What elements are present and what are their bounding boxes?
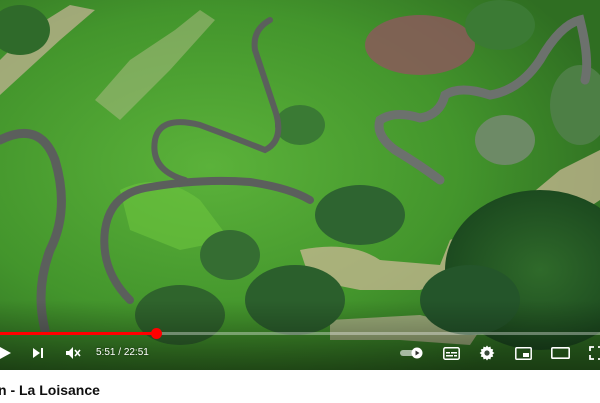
time-current: 5:51 bbox=[96, 347, 116, 358]
next-button[interactable] bbox=[28, 338, 48, 368]
theater-mode-icon bbox=[550, 347, 570, 359]
play-button[interactable] bbox=[0, 338, 16, 368]
theater-mode-button[interactable] bbox=[548, 338, 572, 368]
video-player[interactable]: 5:51 / 22:51 bbox=[0, 0, 600, 370]
player-controls: 5:51 / 22:51 bbox=[0, 338, 600, 368]
subtitles-button[interactable] bbox=[440, 338, 462, 368]
miniplayer-button[interactable] bbox=[512, 338, 534, 368]
mute-icon bbox=[66, 347, 81, 359]
time-separator: / bbox=[115, 347, 124, 358]
progress-played bbox=[0, 332, 156, 335]
autoplay-toggle-icon bbox=[400, 347, 423, 359]
mute-button[interactable] bbox=[62, 338, 84, 368]
next-icon bbox=[33, 348, 43, 358]
settings-button[interactable] bbox=[476, 338, 498, 368]
fullscreen-icon bbox=[589, 346, 600, 360]
video-title-row: n - La Loisance bbox=[0, 379, 600, 403]
fullscreen-button[interactable] bbox=[586, 338, 600, 368]
video-title: n - La Loisance bbox=[0, 382, 100, 398]
miniplayer-icon bbox=[514, 346, 532, 360]
autoplay-toggle[interactable] bbox=[398, 338, 426, 368]
settings-gear-icon bbox=[479, 345, 495, 361]
time-total: 22:51 bbox=[123, 347, 149, 358]
progress-bar[interactable] bbox=[0, 328, 600, 339]
play-icon bbox=[0, 347, 11, 359]
time-display: 5:51 / 22:51 bbox=[96, 338, 149, 368]
subtitles-icon bbox=[442, 346, 460, 360]
